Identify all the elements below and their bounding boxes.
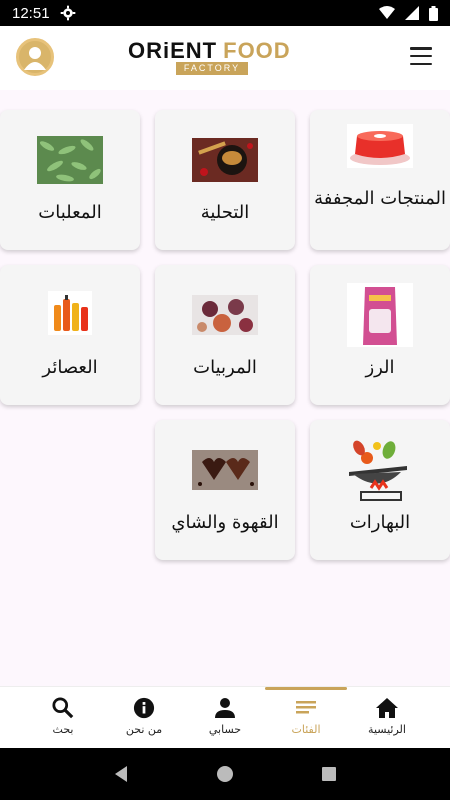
- recents-icon[interactable]: [321, 766, 337, 782]
- app-bar: ORiENT FOOD FACTORY: [0, 26, 450, 90]
- bottom-navigation: الرئيسية الفئات حسابي من نحن بحث: [0, 686, 450, 746]
- home-icon: [376, 698, 398, 718]
- category-label: البهارات: [349, 512, 411, 533]
- home-button-icon[interactable]: [216, 765, 234, 783]
- info-icon: [133, 697, 155, 719]
- category-label: القهوة والشاي: [171, 512, 279, 533]
- category-card-juices[interactable]: العصائر: [0, 265, 140, 405]
- person-icon: [215, 698, 235, 718]
- category-card-canned[interactable]: المعلبات: [0, 110, 140, 250]
- category-card-coffee-tea[interactable]: القهوة والشاي: [155, 420, 295, 560]
- user-silhouette-icon: [24, 47, 46, 70]
- battery-icon: [429, 5, 438, 21]
- category-card-desserts[interactable]: التحلية: [155, 110, 295, 250]
- search-icon: [52, 697, 74, 719]
- category-card-jams[interactable]: المربيات: [155, 265, 295, 405]
- jam-figs-image: [192, 295, 258, 335]
- nav-about-label: من نحن: [125, 723, 163, 736]
- active-tab-indicator: [265, 687, 347, 690]
- category-label: المعلبات: [38, 202, 102, 223]
- signal-icon: [405, 6, 419, 20]
- wifi-icon: [379, 6, 395, 19]
- canned-beans-image: [37, 136, 103, 184]
- category-card-dried-products[interactable]: المنتجات المجففة: [310, 110, 450, 250]
- logo-main-text: ORiENT: [128, 38, 218, 63]
- nav-home[interactable]: الرئيسية: [346, 697, 428, 743]
- nav-account[interactable]: حسابي: [184, 697, 266, 743]
- category-label: المربيات: [193, 357, 257, 378]
- hamburger-menu-icon[interactable]: [410, 47, 432, 65]
- category-label: التحلية: [200, 202, 250, 223]
- nav-categories-label: الفئات: [291, 723, 321, 736]
- nav-search[interactable]: بحث: [22, 697, 104, 743]
- back-icon[interactable]: [113, 765, 129, 783]
- categories-grid: المنتجات المجففة التحلية المعلبات الرز ا…: [0, 90, 450, 686]
- status-time: 12:51: [12, 4, 50, 22]
- profile-avatar[interactable]: [16, 38, 54, 76]
- category-card-spices[interactable]: البهارات: [310, 420, 450, 560]
- logo-sub-text: FACTORY: [176, 62, 248, 75]
- category-label: العصائر: [42, 357, 98, 378]
- list-icon: [296, 701, 316, 714]
- system-navigation-bar: [0, 748, 450, 800]
- logo-accent-text: FOOD: [223, 38, 291, 63]
- spices-pan-image: [349, 440, 407, 501]
- dried-jelly-cake-image: [347, 124, 413, 168]
- rice-bag-image: [347, 283, 413, 347]
- category-label: المنتجات المجففة: [314, 188, 446, 209]
- brand-logo: ORiENT FOOD FACTORY: [128, 38, 298, 78]
- dessert-bowl-image: [192, 138, 258, 182]
- category-card-rice[interactable]: الرز: [310, 265, 450, 405]
- juice-bottles-image: [48, 291, 92, 335]
- category-label: الرز: [365, 357, 395, 378]
- settings-gear-icon: [60, 5, 75, 21]
- nav-about[interactable]: من نحن: [103, 697, 185, 743]
- coffee-beans-image: [192, 450, 258, 490]
- status-bar: 12:51: [0, 0, 450, 26]
- nav-account-label: حسابي: [208, 723, 242, 736]
- nav-categories[interactable]: الفئات: [265, 697, 347, 743]
- nav-home-label: الرئيسية: [368, 723, 406, 736]
- nav-search-label: بحث: [52, 723, 74, 736]
